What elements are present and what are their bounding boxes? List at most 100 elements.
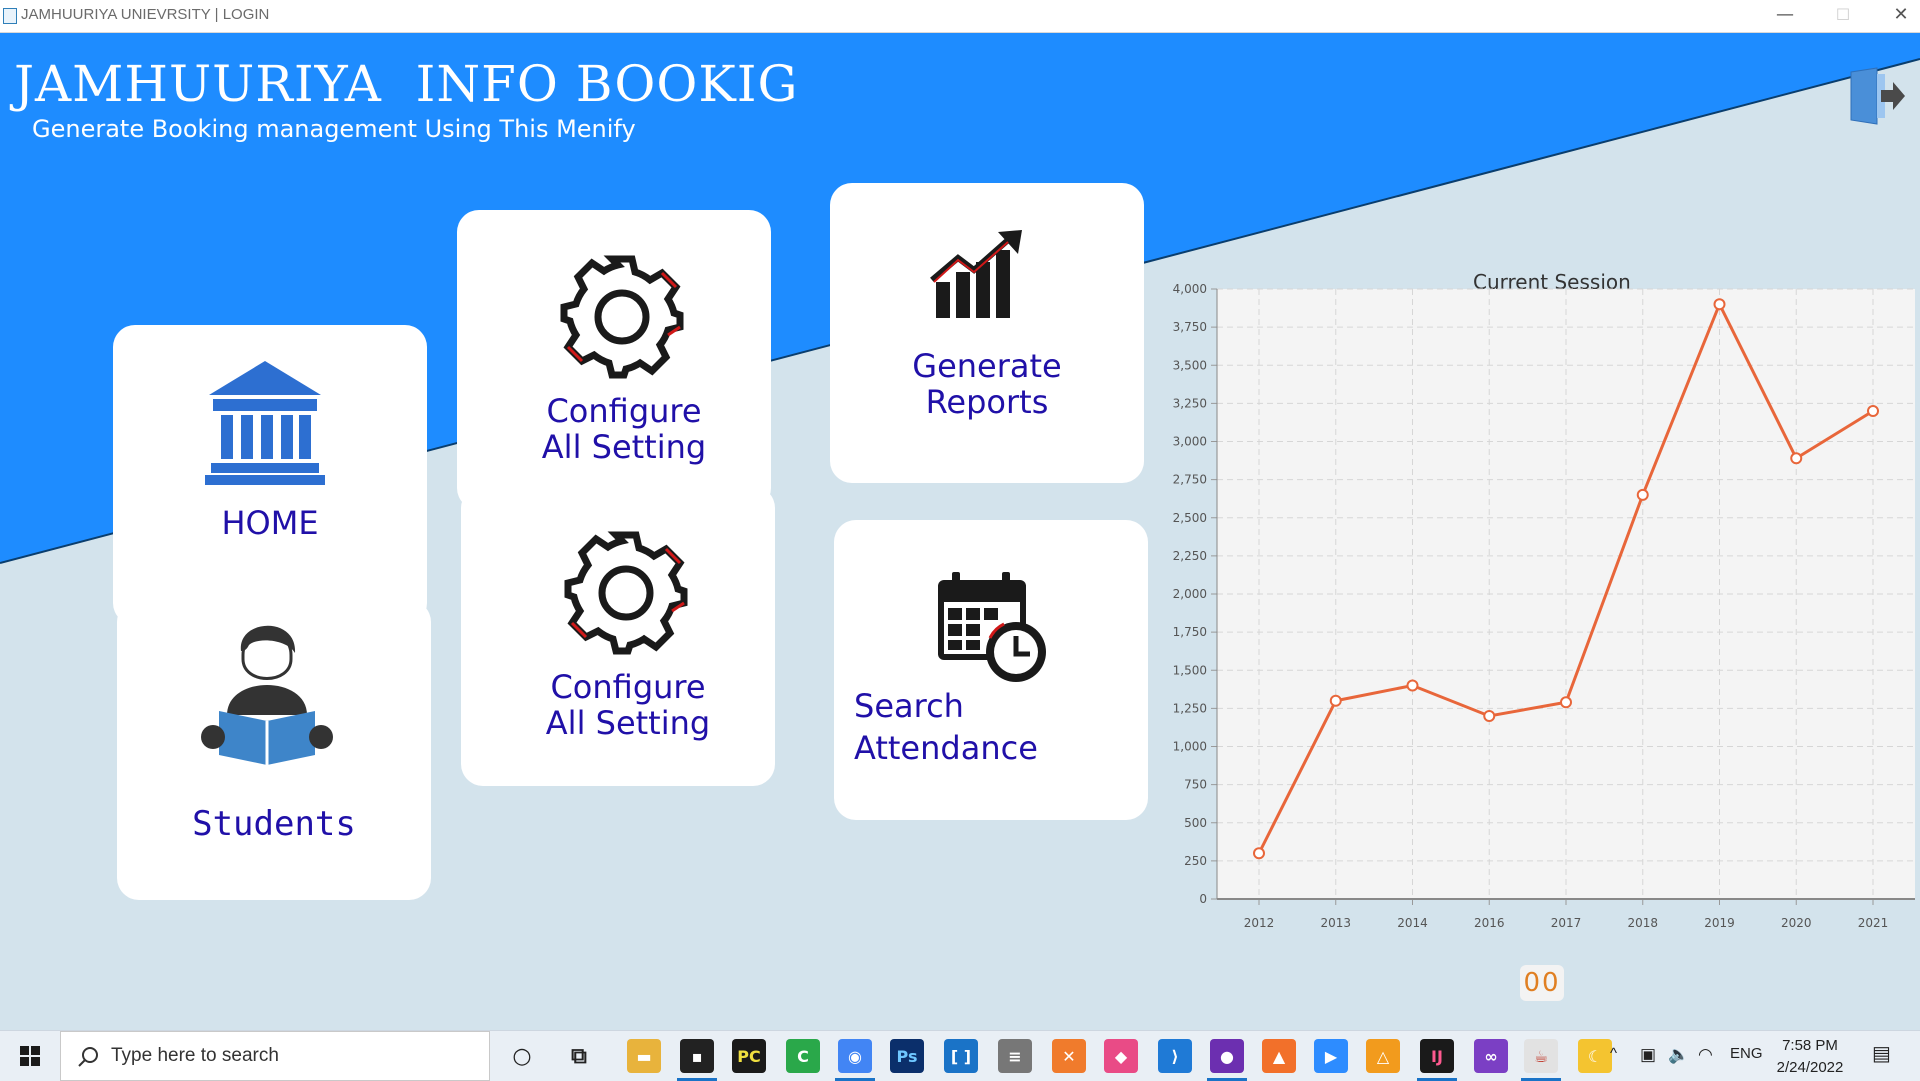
- y-tick-label: 0: [1199, 892, 1207, 906]
- windows-start-icon[interactable]: [10, 1041, 50, 1071]
- bracket-app-icon[interactable]: [ ]: [944, 1039, 978, 1073]
- gitkraken-icon[interactable]: ◆: [1104, 1039, 1138, 1073]
- meet-now-icon[interactable]: ▣: [1640, 1045, 1656, 1065]
- x-tick-label: 2014: [1397, 916, 1428, 930]
- notification-center-icon[interactable]: ▤: [1872, 1041, 1891, 1066]
- github-icon[interactable]: ●: [1210, 1039, 1244, 1073]
- line-chart: 0 250 500 750 1,000 1,250 1,500 1,750 2,000 2,250…: [1173, 282, 1915, 930]
- generate-reports-label: Generate Reports: [912, 347, 1062, 421]
- xampp-icon[interactable]: ✕: [1052, 1039, 1086, 1073]
- language-indicator[interactable]: ENG: [1730, 1045, 1763, 1062]
- logout-icon[interactable]: [1845, 66, 1905, 126]
- y-tick-label: 750: [1184, 778, 1207, 792]
- volume-icon[interactable]: 🔈: [1668, 1045, 1689, 1065]
- database-icon[interactable]: ≡: [998, 1039, 1032, 1073]
- x-tick-label: 2013: [1320, 916, 1351, 930]
- search-attendance-label: Search Attendance: [854, 687, 1038, 767]
- app-title: Jamhuuriya Info Bookig: [14, 55, 799, 113]
- app-subtitle: Generate Booking management Using This M…: [32, 115, 636, 143]
- data-point[interactable]: [1253, 847, 1265, 860]
- data-point[interactable]: [1713, 298, 1726, 311]
- y-tick-label: 2,750: [1173, 473, 1207, 487]
- x-tick-label: 2018: [1627, 916, 1658, 930]
- configure-settings-label-2: Configure All Setting: [545, 668, 711, 742]
- main-content: Jamhuuriya Info Bookig Generate Booking …: [0, 33, 1920, 1030]
- search-icon: [78, 1047, 98, 1067]
- data-point[interactable]: [1636, 488, 1649, 501]
- brave-icon[interactable]: ▲: [1262, 1039, 1296, 1073]
- y-tick-label: 1,000: [1173, 740, 1207, 754]
- data-point[interactable]: [1483, 710, 1496, 722]
- search-attendance-card[interactable]: Search Attendance: [834, 520, 1148, 820]
- configure-settings-card-2[interactable]: Configure All Setting: [461, 486, 775, 786]
- y-tick-label: 2,500: [1173, 511, 1207, 525]
- java-icon[interactable]: ☕: [1524, 1039, 1558, 1073]
- data-point[interactable]: [1790, 452, 1803, 465]
- task-view-icon[interactable]: ⧉: [562, 1039, 596, 1073]
- intellij-icon[interactable]: IJ: [1420, 1039, 1454, 1073]
- configure-settings-card-1[interactable]: Configure All Setting: [457, 210, 771, 510]
- x-tick-label: 2019: [1704, 916, 1735, 930]
- y-tick-label: 2,250: [1173, 549, 1207, 563]
- file-explorer-icon[interactable]: ▬: [627, 1039, 661, 1073]
- weather-icon[interactable]: ☾: [1578, 1039, 1612, 1073]
- y-tick-label: 500: [1184, 816, 1207, 830]
- x-tick-label: 2012: [1244, 916, 1275, 930]
- x-tick-label: 2017: [1551, 916, 1582, 930]
- chrome-icon[interactable]: ◉: [838, 1039, 872, 1073]
- growth-chart-icon: [930, 230, 1022, 318]
- home-card[interactable]: HOME: [113, 325, 427, 625]
- window-title-bar: JAMHUURIYA UNIEVRSITY | LOGIN — ☐ ✕: [0, 0, 1920, 33]
- y-tick-label: 3,500: [1173, 358, 1207, 372]
- maximize-button[interactable]: ☐: [1820, 0, 1866, 32]
- clock-time: 7:58 PM: [1782, 1037, 1838, 1054]
- vscode-icon[interactable]: ⟩: [1158, 1039, 1192, 1073]
- window-title: JAMHUURIYA UNIEVRSITY | LOGIN: [21, 6, 270, 23]
- bank-building-icon: [205, 361, 325, 485]
- counter-display: 00: [1520, 965, 1564, 1001]
- terminal-icon[interactable]: ▪: [680, 1039, 714, 1073]
- app-window-icon: [3, 8, 17, 24]
- data-point[interactable]: [1329, 694, 1342, 707]
- gear-icon: [564, 531, 688, 655]
- y-tick-label: 4,000: [1173, 282, 1207, 296]
- y-tick-label: 1,750: [1173, 625, 1207, 639]
- y-tick-label: 3,000: [1173, 435, 1207, 449]
- generate-reports-card[interactable]: Generate Reports: [830, 183, 1144, 483]
- x-tick-label: 2016: [1474, 916, 1505, 930]
- y-tick-label: 1,250: [1173, 701, 1207, 715]
- students-card[interactable]: Students: [117, 600, 431, 900]
- minimize-button[interactable]: —: [1762, 0, 1808, 32]
- network-icon[interactable]: ◠: [1698, 1045, 1713, 1065]
- x-tick-label: 2020: [1781, 916, 1812, 930]
- show-hidden-icons-button[interactable]: ^: [1610, 1045, 1617, 1062]
- clock-date: 2/24/2022: [1776, 1059, 1844, 1076]
- sourcetree-icon[interactable]: △: [1366, 1039, 1400, 1073]
- y-tick-label: 3,250: [1173, 396, 1207, 410]
- zoom-icon[interactable]: ▶: [1314, 1039, 1348, 1073]
- taskbar-clock[interactable]: 7:58 PM 2/24/2022: [1770, 1035, 1850, 1079]
- search-placeholder: Type here to search: [111, 1045, 279, 1066]
- visual-studio-icon[interactable]: ∞: [1474, 1039, 1508, 1073]
- x-tick-label: 2021: [1858, 916, 1889, 930]
- taskbar-search-box[interactable]: Type here to search: [60, 1031, 490, 1081]
- data-point[interactable]: [1560, 696, 1572, 709]
- calendar-clock-icon: [938, 572, 1046, 682]
- y-tick-label: 1,500: [1173, 663, 1207, 677]
- close-button[interactable]: ✕: [1878, 0, 1920, 32]
- students-label: Students: [192, 804, 356, 844]
- configure-settings-label-1: Configure All Setting: [541, 392, 707, 466]
- cortana-icon[interactable]: ○: [505, 1039, 539, 1073]
- camtasia-icon[interactable]: C: [786, 1039, 820, 1073]
- pycharm-icon[interactable]: PC: [732, 1039, 766, 1073]
- data-point[interactable]: [1867, 405, 1879, 417]
- y-tick-label: 2,000: [1173, 587, 1207, 601]
- student-reading-icon: [201, 625, 333, 765]
- y-tick-label: 250: [1184, 854, 1207, 868]
- y-tick-label: 3,750: [1173, 320, 1207, 334]
- gear-icon: [560, 255, 684, 379]
- data-point[interactable]: [1406, 679, 1419, 692]
- taskbar: Type here to search ○ ⧉ ▬ ▪ PC C ◉ Ps [ ] ≡ ✕ ◆ ⟩ ● ▲ ▶…: [0, 1030, 1920, 1081]
- photoshop-icon[interactable]: Ps: [890, 1039, 924, 1073]
- home-label: HOME: [221, 504, 319, 542]
